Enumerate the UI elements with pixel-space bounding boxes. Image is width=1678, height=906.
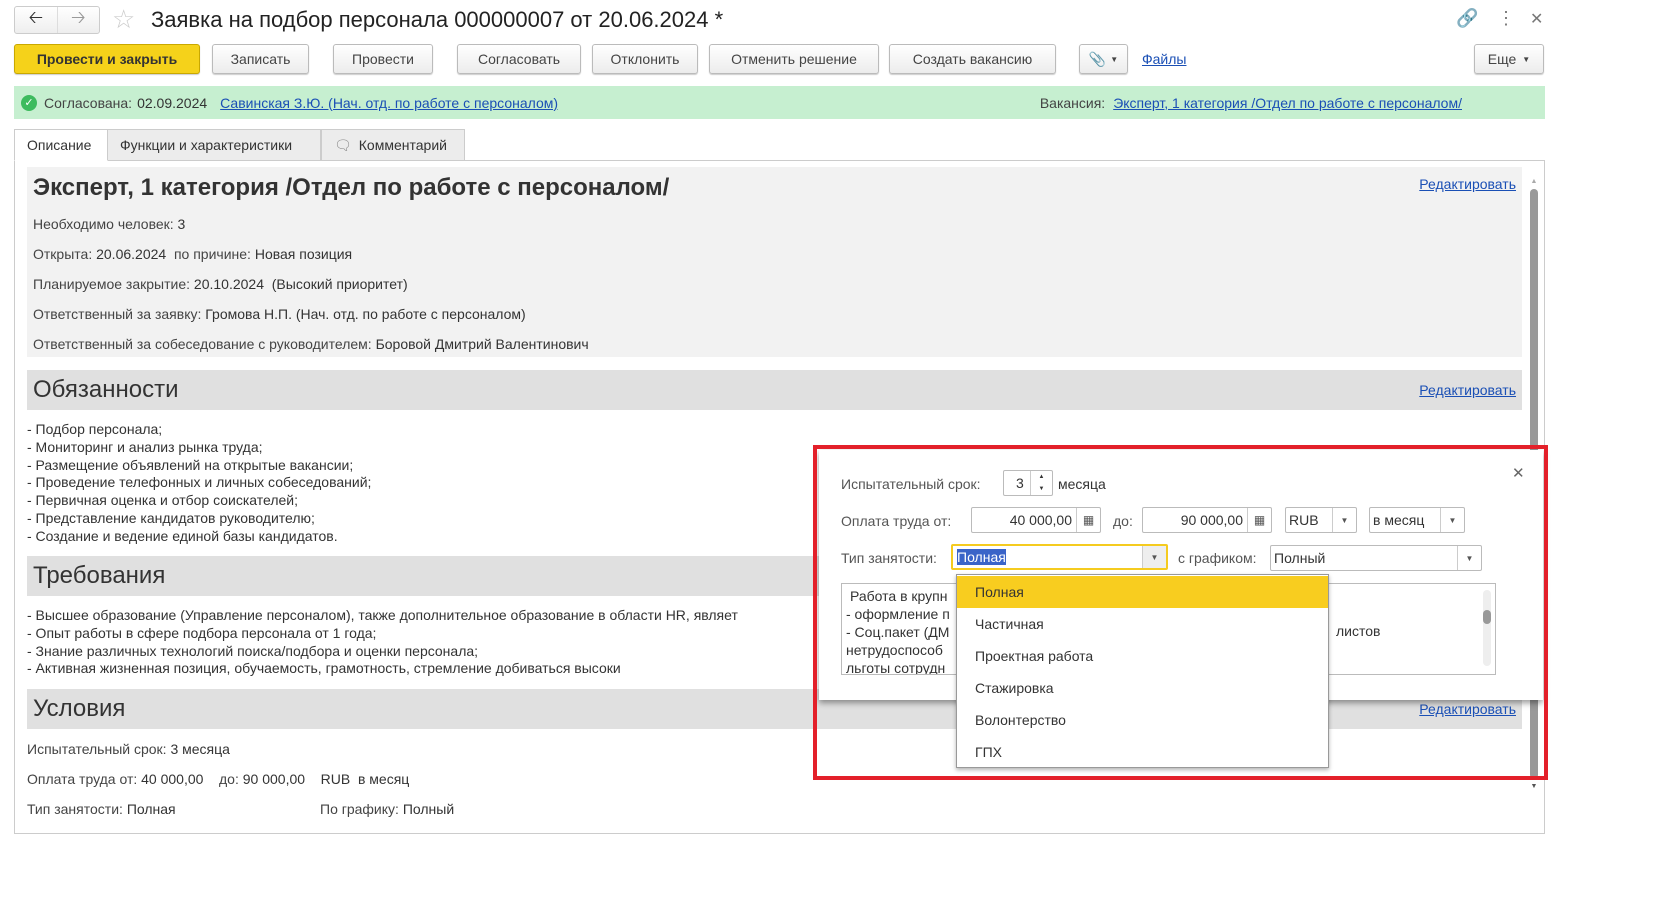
- paperclip-icon: 📎: [1088, 50, 1107, 67]
- cond-pay: Оплата труда от: 40 000,00 до: 90 000,00…: [27, 771, 410, 787]
- chevron-down-icon: ▼: [1522, 54, 1531, 64]
- opened-row: Открыта: 20.06.2024 по причине: Новая по…: [33, 246, 353, 262]
- close-row: Планируемое закрытие: 20.10.2024 (Высоки…: [33, 276, 408, 292]
- link-icon[interactable]: 🔗: [1456, 8, 1478, 29]
- status-bar: ✓ Согласована: 02.09.2024 Савинская З.Ю.…: [14, 86, 1545, 119]
- vacancy-label: Вакансия:: [1039, 94, 1106, 111]
- more-vertical-icon[interactable]: ⋮: [1497, 8, 1515, 29]
- edit-duties-link[interactable]: Редактировать: [1419, 382, 1516, 398]
- tab-description[interactable]: Описание: [14, 129, 108, 161]
- edit-header-link[interactable]: Редактировать: [1419, 176, 1516, 192]
- files-link[interactable]: Файлы: [1142, 51, 1186, 67]
- approver-link[interactable]: Савинская З.Ю. (Нач. отд. по работе с пе…: [220, 95, 558, 111]
- back-arrow-icon[interactable]: 🡠: [15, 7, 58, 33]
- cond-type: Тип занятости: Полная: [27, 801, 176, 817]
- vacancy-link[interactable]: Эксперт, 1 категория /Отдел по работе с …: [1113, 95, 1462, 111]
- vacancy-heading: Эксперт, 1 категория /Отдел по работе с …: [33, 174, 670, 201]
- window-title: Заявка на подбор персонала 000000007 от …: [151, 7, 724, 32]
- comment-icon: 🗨: [334, 136, 352, 153]
- highlight-frame: [813, 445, 1548, 780]
- responsible-row: Ответственный за заявку: Громова Н.П. (Н…: [33, 306, 526, 322]
- tab-comment[interactable]: 🗨 Комментарий: [321, 129, 465, 161]
- more-button[interactable]: Еще ▼: [1474, 44, 1544, 74]
- scroll-down-icon[interactable]: ▼: [1528, 783, 1540, 790]
- check-circle-icon: ✓: [21, 94, 37, 111]
- tab-comment-label: Комментарий: [358, 137, 447, 153]
- scroll-up-icon[interactable]: ▲: [1528, 178, 1540, 185]
- chevron-down-icon: ▼: [1110, 54, 1119, 64]
- interviewer-row: Ответственный за собеседование с руковод…: [33, 336, 589, 352]
- duties-heading: Обязанности: [27, 370, 1522, 410]
- cond-probation: Испытательный срок: 3 месяца: [27, 741, 230, 757]
- need-row: Необходимо человек: 3: [33, 216, 186, 232]
- cond-schedule: По графику: Полный: [320, 801, 455, 817]
- approve-button[interactable]: Согласовать: [457, 44, 581, 74]
- favorite-star-icon[interactable]: ☆: [112, 4, 135, 35]
- nav-buttons: 🡠 🡢: [14, 6, 100, 34]
- more-label: Еще: [1487, 51, 1517, 67]
- post-and-close-button[interactable]: Провести и закрыть: [14, 44, 200, 74]
- post-button[interactable]: Провести: [333, 44, 433, 74]
- forward-arrow-icon[interactable]: 🡢: [58, 7, 100, 33]
- requirements-list: - Высшее образование (Управление персона…: [27, 607, 738, 677]
- status-date: 02.09.2024: [137, 94, 208, 111]
- attachment-button[interactable]: 📎 ▼: [1079, 44, 1128, 74]
- save-button[interactable]: Записать: [212, 44, 309, 74]
- tab-functions[interactable]: Функции и характеристики: [107, 129, 321, 161]
- close-icon[interactable]: ✕: [1530, 9, 1543, 29]
- status-label: Согласована:: [44, 94, 133, 111]
- cancel-decision-button[interactable]: Отменить решение: [709, 44, 879, 74]
- duties-list: - Подбор персонала; - Мониторинг и анализ…: [27, 421, 372, 544]
- reject-button[interactable]: Отклонить: [592, 44, 698, 74]
- create-vacancy-button[interactable]: Создать вакансию: [889, 44, 1056, 74]
